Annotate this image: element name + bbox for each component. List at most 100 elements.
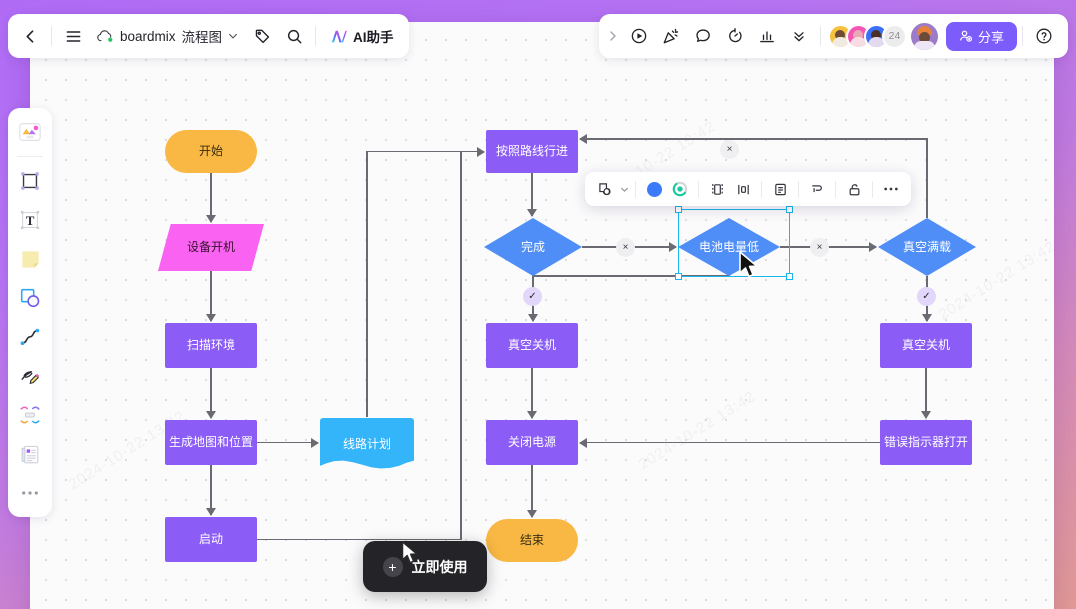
- divider: [819, 26, 821, 46]
- diagram-node-label: 真空关机: [507, 338, 556, 352]
- distribute-icon[interactable]: [730, 176, 756, 202]
- shapes-icon: [20, 288, 40, 308]
- resize-handle-top-left[interactable]: [675, 206, 682, 213]
- diagram-node[interactable]: 真空关机: [880, 323, 972, 368]
- connector-arrow: [579, 437, 587, 448]
- sidebar-item-connector[interactable]: [13, 320, 47, 354]
- vote-chart-icon[interactable]: [751, 20, 783, 52]
- diagram-node[interactable]: 生成地图和位置: [165, 420, 257, 465]
- opacity-icon[interactable]: [667, 176, 693, 202]
- connector-line: [580, 441, 880, 444]
- connector-arrow: [206, 314, 216, 322]
- tag-icon[interactable]: [246, 20, 278, 52]
- diagram-node[interactable]: 完成: [484, 218, 582, 276]
- ai-assistant-button[interactable]: AI助手: [321, 20, 403, 52]
- left-tool-rail[interactable]: T: [8, 108, 52, 517]
- resize-handle-bottom-right[interactable]: [786, 273, 793, 280]
- expand-right-icon[interactable]: [603, 20, 623, 52]
- sidebar-item-text[interactable]: T: [13, 203, 47, 237]
- diagram-node-label: 错误指示器打开: [883, 435, 968, 449]
- whiteboard-canvas[interactable]: 2024-10-22 13:42 2024-10-22 13:42 2024-1…: [30, 22, 1054, 609]
- connector-line: [580, 138, 926, 140]
- connector-arrow: [528, 314, 538, 322]
- sidebar-item-shapes[interactable]: [13, 281, 47, 315]
- diagram-node[interactable]: 错误指示器打开: [880, 420, 972, 465]
- timer-icon[interactable]: [719, 20, 751, 52]
- connector-line: [926, 138, 928, 218]
- collaborator-count[interactable]: 24: [881, 23, 907, 49]
- text-icon: T: [20, 210, 40, 230]
- sidebar-item-more[interactable]: [13, 476, 47, 510]
- sidebar-item-templates[interactable]: [13, 115, 47, 149]
- document-title-button[interactable]: boardmix 流程图: [89, 20, 246, 52]
- diagram-node[interactable]: 开始: [165, 130, 257, 173]
- diagram-node[interactable]: 真空满载: [878, 218, 976, 276]
- comment-bubble-icon[interactable]: [687, 20, 719, 52]
- pen-draw-icon: [21, 370, 40, 384]
- diagram-node[interactable]: 设备开机: [158, 224, 264, 271]
- more-dots-icon: [22, 491, 38, 495]
- resize-handle-top-right[interactable]: [786, 206, 793, 213]
- diagram-node[interactable]: 启动: [165, 517, 257, 562]
- edge-label-x[interactable]: ×: [810, 238, 829, 257]
- plus-icon: +: [382, 556, 403, 577]
- more-tools-icon[interactable]: [783, 20, 815, 52]
- connector-arrow: [311, 437, 319, 448]
- connector-arrow: [921, 411, 931, 419]
- connector-arrow: [477, 146, 485, 157]
- edge-label-ok[interactable]: ✓: [917, 287, 936, 306]
- hamburger-menu-icon[interactable]: [57, 20, 89, 52]
- fill-color-swatch[interactable]: [641, 176, 667, 202]
- edge-label-x[interactable]: ×: [720, 140, 739, 159]
- resize-handle-bottom-left[interactable]: [675, 273, 682, 280]
- table-icon: [20, 406, 40, 424]
- diagram-node[interactable]: 按照路线行进: [486, 130, 578, 173]
- divider: [798, 180, 799, 198]
- diagram-node[interactable]: 关闭电源: [486, 420, 578, 465]
- app-name: boardmix: [120, 28, 176, 44]
- share-button[interactable]: 分享: [945, 21, 1017, 51]
- present-icon[interactable]: [623, 20, 655, 52]
- diagram-node[interactable]: 结束: [486, 519, 578, 562]
- chevron-down-icon[interactable]: [618, 176, 630, 202]
- sidebar-item-sticky-note[interactable]: [13, 242, 47, 276]
- unlock-icon[interactable]: [841, 176, 867, 202]
- diagram-node[interactable]: 扫描环境: [165, 323, 257, 368]
- connector-arrow: [669, 242, 677, 252]
- divider: [698, 180, 699, 198]
- collaborator-avatars[interactable]: 24: [826, 23, 907, 49]
- edge-label-x[interactable]: ×: [616, 238, 635, 257]
- current-user-avatar[interactable]: [910, 22, 938, 50]
- diagram-node[interactable]: 真空关机: [486, 323, 578, 368]
- divider: [635, 180, 636, 198]
- align-icon[interactable]: [704, 176, 730, 202]
- chevron-down-icon: [229, 33, 237, 39]
- more-dots-icon[interactable]: [878, 176, 904, 202]
- party-popper-icon[interactable]: [655, 20, 687, 52]
- boardmix-logo-icon: [97, 29, 113, 42]
- shape-swap-icon[interactable]: [592, 176, 618, 202]
- connector-arrow: [206, 215, 216, 223]
- connector-line: [257, 538, 460, 541]
- sidebar-item-document[interactable]: [13, 437, 47, 471]
- back-icon[interactable]: [14, 20, 46, 52]
- selection-box[interactable]: [675, 206, 793, 280]
- search-icon[interactable]: [278, 20, 310, 52]
- help-icon[interactable]: [1028, 20, 1060, 52]
- connector-curve-icon: [20, 328, 40, 346]
- document-icon: [21, 445, 38, 463]
- sidebar-item-frame[interactable]: [13, 164, 47, 198]
- sidebar-item-pen[interactable]: [13, 359, 47, 393]
- doc-name: 流程图: [181, 30, 223, 45]
- use-now-button[interactable]: + 立即使用: [363, 541, 487, 592]
- edge-label-ok[interactable]: ✓: [523, 287, 542, 306]
- use-now-label: 立即使用: [411, 558, 468, 575]
- note-icon[interactable]: [767, 176, 793, 202]
- top-toolbar-left[interactable]: boardmix 流程图 AI助手: [8, 14, 409, 58]
- sidebar-item-table[interactable]: [13, 398, 47, 432]
- templates-icon: [19, 123, 41, 141]
- comment-tag-icon[interactable]: [804, 176, 830, 202]
- diagram-node-label: 开始: [198, 144, 223, 158]
- shape-context-toolbar[interactable]: [585, 172, 911, 206]
- top-toolbar-right[interactable]: 24 分享: [598, 14, 1068, 58]
